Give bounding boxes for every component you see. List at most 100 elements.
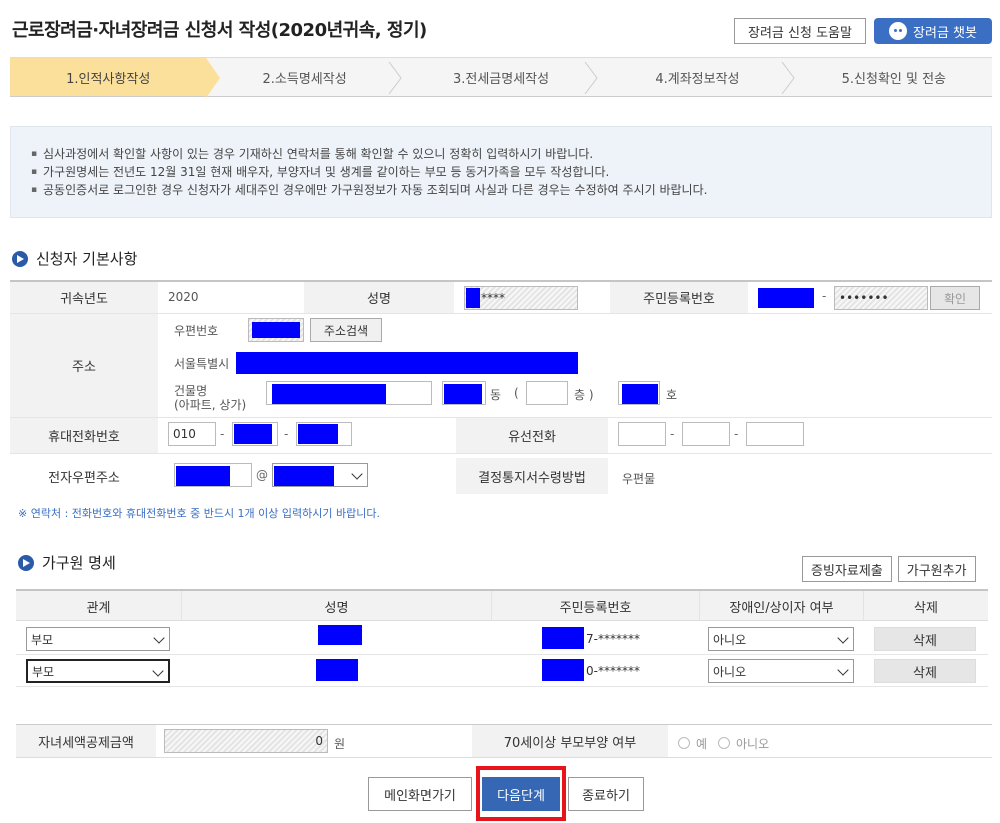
exit-button[interactable]: 종료하기	[568, 777, 644, 811]
step-3-label: 3.전세금명세작성	[452, 71, 550, 87]
table-row: 부모 7-******* 아니오 삭제	[16, 623, 988, 655]
landline-last-field[interactable]	[746, 422, 804, 446]
col-delete: 삭제	[914, 600, 938, 616]
arrow-circle-icon	[12, 250, 28, 267]
disabled-value: 아니오	[713, 664, 747, 679]
redaction-block	[316, 659, 358, 681]
redaction-block	[234, 424, 272, 444]
redaction-block	[272, 384, 386, 404]
family-section-label: 가구원 명세	[42, 554, 116, 572]
ssn-confirm-button[interactable]: 확인	[930, 286, 980, 310]
row-email: 전자우편주소 @ 결정통지서수령방법 우편물	[10, 458, 992, 494]
chevron-down-icon	[837, 664, 849, 676]
dash: -	[220, 427, 225, 441]
mobile-label: 휴대전화번호	[10, 418, 158, 453]
ssn-label: 주민등록번호	[610, 282, 748, 313]
redaction-block	[758, 288, 814, 308]
contact-note: ※ 연락처 : 전화번호와 휴대전화번호 중 반드시 1개 이상 입력하시기 바…	[18, 507, 380, 520]
notice-method-label: 결정통지서수령방법	[456, 458, 608, 494]
yes-radio[interactable]	[678, 737, 690, 749]
year-label: 귀속년도	[10, 282, 158, 313]
help-button[interactable]: 장려금 신청 도움말	[734, 18, 866, 44]
col-relation: 관계	[16, 591, 182, 621]
family-buttons: 증빙자료제출 가구원추가	[802, 556, 976, 582]
mobile-prefix-field[interactable]: 010	[168, 422, 216, 446]
elderly-label: 70세이상 부모부양 여부	[472, 725, 668, 757]
notice-item: 공동인증서로 로그인한 경우 신청자가 세대주인 경우에만 가구원정보가 자동 …	[31, 181, 971, 199]
add-family-button[interactable]: 가구원추가	[897, 556, 976, 582]
step-5: 5.신청확인 및 전송	[796, 58, 992, 96]
table-row: 부모 0-******* 아니오 삭제	[16, 655, 988, 687]
highlight-box	[476, 766, 566, 821]
floor-open: (	[514, 386, 519, 400]
yes-label: 예	[696, 737, 708, 751]
landline-label: 유선전화	[456, 418, 608, 453]
family-table: 관계 성명 주민등록번호 장애인/상이자 여부 삭제 부모 7-******* …	[16, 589, 988, 687]
redaction-block	[542, 659, 584, 681]
dash: -	[670, 427, 675, 441]
applicant-section-title: 신청자 기본사항	[12, 248, 137, 269]
notice-item: 가구원명세는 전년도 12월 31일 현재 배우자, 부양자녀 및 생계를 같이…	[31, 163, 971, 181]
floor-field[interactable]	[526, 381, 568, 405]
applicant-form: 귀속년도 2020 성명 **** 주민등록번호 - ••••••• 확인 주소…	[10, 280, 992, 494]
evidence-submit-button[interactable]: 증빙자료제출	[802, 556, 892, 582]
step-5-label: 5.신청확인 및 전송	[841, 71, 947, 87]
redaction-block	[318, 625, 362, 645]
redaction-block	[236, 352, 578, 374]
child-credit-field: 0	[164, 729, 328, 753]
redaction-block	[176, 466, 230, 486]
delete-button[interactable]: 삭제	[874, 627, 976, 651]
ssn-tail: 7-*******	[586, 632, 640, 646]
row-year-name-ssn: 귀속년도 2020 성명 **** 주민등록번호 - ••••••• 확인	[10, 282, 992, 314]
redaction-block	[252, 322, 300, 338]
redaction-block	[466, 288, 480, 308]
landline-middle-field[interactable]	[682, 422, 730, 446]
email-at: @	[256, 468, 268, 482]
chatbot-icon	[889, 22, 908, 40]
relation-select[interactable]: 부모	[26, 659, 170, 683]
credit-row: 자녀세액공제금액 0 원 70세이상 부모부양 여부 예 아니오	[16, 724, 992, 758]
redaction-block	[274, 466, 334, 486]
row-address: 주소 우편번호 주소검색 서울특별시 건물명 (아파트, 상가) 동 ( 층 )…	[10, 314, 992, 418]
notice-method-value: 우편물	[622, 472, 656, 486]
col-name: 성명	[182, 591, 492, 621]
building-label-sub: (아파트, 상가)	[174, 398, 247, 412]
relation-value: 부모	[31, 632, 54, 647]
no-label: 아니오	[736, 737, 770, 751]
landline-prefix-field[interactable]	[618, 422, 666, 446]
disabled-select[interactable]: 아니오	[708, 659, 854, 683]
address-search-button[interactable]: 주소검색	[310, 318, 382, 342]
step-1-label: 1.인적사항작성	[66, 71, 151, 87]
delete-button[interactable]: 삭제	[874, 659, 976, 683]
dash: -	[734, 427, 739, 441]
child-credit-label: 자녀세액공제금액	[16, 725, 156, 757]
zip-label: 우편번호	[174, 324, 219, 338]
step-3: 3.전세금명세작성	[403, 58, 599, 96]
address-label: 주소	[10, 314, 158, 417]
step-2: 2.소득명세작성	[206, 58, 402, 96]
chatbot-button[interactable]: 장려금 챗봇	[874, 18, 992, 44]
step-4: 4.계좌정보작성	[599, 58, 795, 96]
ssn-tail: 0-*******	[586, 664, 640, 678]
family-table-header: 관계 성명 주민등록번호 장애인/상이자 여부 삭제	[16, 591, 988, 621]
chatbot-label: 장려금 챗봇	[913, 25, 977, 41]
no-radio[interactable]	[718, 737, 730, 749]
relation-select[interactable]: 부모	[26, 627, 170, 651]
ssn-back-field[interactable]: •••••••	[834, 286, 928, 310]
dash: -	[284, 427, 289, 441]
floor-label: 층 )	[574, 388, 594, 402]
page-title: 근로장려금·자녀장려금 신청서 작성(2020년귀속, 정기)	[12, 20, 427, 41]
main-page-button[interactable]: 메인화면가기	[368, 777, 472, 811]
notice-box: 심사과정에서 확인할 사항이 있는 경우 기재하신 연락처를 통해 확인할 수 …	[10, 126, 992, 218]
name-field[interactable]: ****	[464, 286, 578, 310]
col-disabled: 장애인/상이자 여부	[700, 591, 864, 621]
arrow-circle-icon	[18, 554, 34, 571]
building-label: 건물명 (아파트, 상가)	[174, 384, 246, 412]
redaction-block	[542, 627, 584, 649]
relation-value: 부모	[32, 664, 55, 679]
col-ssn: 주민등록번호	[492, 591, 700, 621]
step-progress: 1.인적사항작성 2.소득명세작성 3.전세금명세작성 4.계좌정보작성 5.신…	[10, 57, 992, 98]
redaction-block	[622, 384, 658, 404]
dash: -	[822, 289, 827, 303]
disabled-select[interactable]: 아니오	[708, 627, 854, 651]
